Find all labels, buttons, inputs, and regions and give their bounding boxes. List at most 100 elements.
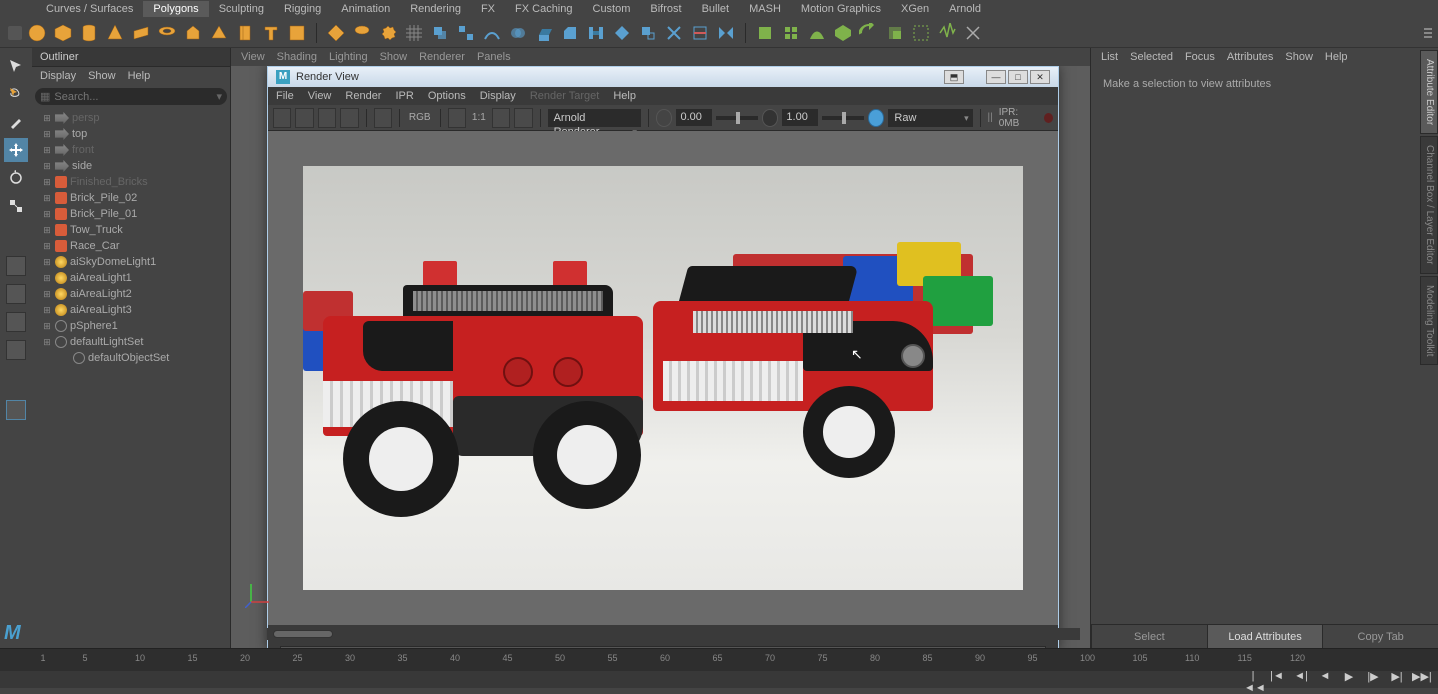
outliner-item-top[interactable]: ⊞top	[32, 126, 230, 142]
outliner-menu-display[interactable]: Display	[40, 70, 76, 82]
mash-mesh-icon[interactable]	[832, 22, 854, 44]
pyramid-icon[interactable]	[208, 22, 230, 44]
mash-curve-icon[interactable]	[806, 22, 828, 44]
gamma-field[interactable]: 1.00	[782, 109, 817, 126]
shelf-tab-motion-graphics[interactable]: Motion Graphics	[791, 1, 891, 17]
shelf-tab-fx-caching[interactable]: FX Caching	[505, 1, 582, 17]
copy-tab-button[interactable]: Copy Tab	[1322, 625, 1438, 648]
play-back-icon[interactable]: ◄	[1316, 670, 1334, 686]
construction-icon[interactable]	[6, 400, 26, 420]
mash-util-icon[interactable]	[884, 22, 906, 44]
shelf-tab-bifrost[interactable]: Bifrost	[640, 1, 691, 17]
bridge-icon[interactable]	[585, 22, 607, 44]
append-icon[interactable]	[637, 22, 659, 44]
outliner-item-aiarealight1[interactable]: ⊞aiAreaLight1	[32, 270, 230, 286]
color-manage-icon[interactable]	[868, 109, 885, 127]
render-menu-ipr[interactable]: IPR	[395, 90, 413, 102]
shelf-tab-arnold[interactable]: Arnold	[939, 1, 991, 17]
shelf-tab-bullet[interactable]: Bullet	[692, 1, 740, 17]
shelf-tab-fx[interactable]: FX	[471, 1, 505, 17]
outliner-menu-help[interactable]: Help	[128, 70, 151, 82]
cone-icon[interactable]	[104, 22, 126, 44]
viewport-scrollbar[interactable]	[267, 628, 1080, 640]
viewport-menu-shading[interactable]: Shading	[277, 51, 317, 63]
outliner-item-tow_truck[interactable]: ⊞Tow_Truck	[32, 222, 230, 238]
attr-menu-list[interactable]: List	[1101, 51, 1118, 63]
dock-tab-attribute-editor[interactable]: Attribute Editor	[1420, 50, 1438, 134]
attr-menu-help[interactable]: Help	[1325, 51, 1348, 63]
plane-icon[interactable]	[130, 22, 152, 44]
display-alpha-icon[interactable]	[448, 108, 466, 128]
cylinder-icon[interactable]	[78, 22, 100, 44]
mash-audio-icon[interactable]	[936, 22, 958, 44]
timeline[interactable]: 1510152025303540455055606570758085909510…	[0, 648, 1438, 688]
shelf-handle-icon[interactable]	[8, 26, 22, 40]
select-tool-icon[interactable]	[4, 54, 28, 78]
outliner-item-finished_bricks[interactable]: ⊞Finished_Bricks	[32, 174, 230, 190]
mirror-icon[interactable]	[715, 22, 737, 44]
dock-icon[interactable]: ⬒	[944, 70, 964, 84]
outliner-item-aiarealight3[interactable]: ⊞aiAreaLight3	[32, 302, 230, 318]
maximize-icon[interactable]: □	[1008, 70, 1028, 84]
colorspace-dropdown[interactable]: Raw	[888, 109, 972, 127]
prism-icon[interactable]	[182, 22, 204, 44]
shelf-tab-xgen[interactable]: XGen	[891, 1, 939, 17]
key-forward-icon[interactable]: |▶	[1364, 670, 1382, 686]
viewport-menu-lighting[interactable]: Lighting	[329, 51, 368, 63]
collapse-icon[interactable]	[663, 22, 685, 44]
rgb-label[interactable]: RGB	[407, 112, 433, 123]
play-icon[interactable]: ▶	[1340, 670, 1358, 686]
exposure-slider[interactable]	[716, 116, 758, 120]
outliner-item-defaultlightset[interactable]: ⊞defaultLightSet	[32, 334, 230, 350]
remove-image-icon[interactable]	[514, 108, 532, 128]
shelf-tab-mash[interactable]: MASH	[739, 1, 791, 17]
outliner-item-front[interactable]: ⊞front	[32, 142, 230, 158]
mash-replicate-icon[interactable]	[858, 22, 880, 44]
shelf-tab-sculpting[interactable]: Sculpting	[209, 1, 274, 17]
expand-icon[interactable]: ⊞	[42, 273, 52, 284]
bevel-icon[interactable]	[559, 22, 581, 44]
paint-tool-icon[interactable]	[4, 110, 28, 134]
viewport-menu-show[interactable]: Show	[380, 51, 408, 63]
attr-menu-selected[interactable]: Selected	[1130, 51, 1173, 63]
expand-icon[interactable]: ⊞	[42, 257, 52, 268]
render-canvas[interactable]: ↖	[268, 131, 1058, 625]
pipe-icon[interactable]	[234, 22, 256, 44]
expand-icon[interactable]: ⊞	[42, 193, 52, 204]
mash-add-icon[interactable]	[780, 22, 802, 44]
dropdown-icon[interactable]: ▾	[216, 90, 222, 103]
mash-create-icon[interactable]	[754, 22, 776, 44]
snapshot-icon[interactable]	[318, 108, 336, 128]
outliner-item-brick_pile_01[interactable]: ⊞Brick_Pile_01	[32, 206, 230, 222]
delete-edge-icon[interactable]	[689, 22, 711, 44]
outliner-item-aiarealight2[interactable]: ⊞aiAreaLight2	[32, 286, 230, 302]
rotate-tool-icon[interactable]	[4, 166, 28, 190]
smooth-icon[interactable]	[481, 22, 503, 44]
render-menu-file[interactable]: File	[276, 90, 294, 102]
shelf-tab-custom[interactable]: Custom	[583, 1, 641, 17]
exposure-icon[interactable]	[656, 109, 673, 127]
shelf-collapse-icon[interactable]	[1424, 21, 1438, 45]
render-current-icon[interactable]	[273, 108, 291, 128]
separate-icon[interactable]	[455, 22, 477, 44]
shelf-tab-polygons[interactable]: Polygons	[143, 1, 208, 17]
outliner-item-brick_pile_02[interactable]: ⊞Brick_Pile_02	[32, 190, 230, 206]
expand-icon[interactable]: ⊞	[42, 129, 52, 140]
combine-icon[interactable]	[429, 22, 451, 44]
snap-plane-icon[interactable]	[6, 340, 26, 360]
shelf-tab-curves-surfaces[interactable]: Curves / Surfaces	[36, 1, 143, 17]
extrude-icon[interactable]	[533, 22, 555, 44]
outliner-item-aiskydomelight1[interactable]: ⊞aiSkyDomeLight1	[32, 254, 230, 270]
render-region-icon[interactable]	[295, 108, 313, 128]
expand-icon[interactable]: ⊞	[42, 305, 52, 316]
outliner-item-race_car[interactable]: ⊞Race_Car	[32, 238, 230, 254]
render-menu-options[interactable]: Options	[428, 90, 466, 102]
shelf-tab-animation[interactable]: Animation	[331, 1, 400, 17]
go-end-icon[interactable]: ▶▶|	[1412, 670, 1430, 686]
shelf-tab-rigging[interactable]: Rigging	[274, 1, 331, 17]
viewport[interactable]: ViewShadingLightingShowRendererPanels M …	[231, 48, 1090, 648]
sphere-icon[interactable]	[26, 22, 48, 44]
render-menu-view[interactable]: View	[308, 90, 332, 102]
type-icon[interactable]	[260, 22, 282, 44]
render-settings-icon[interactable]	[374, 108, 392, 128]
